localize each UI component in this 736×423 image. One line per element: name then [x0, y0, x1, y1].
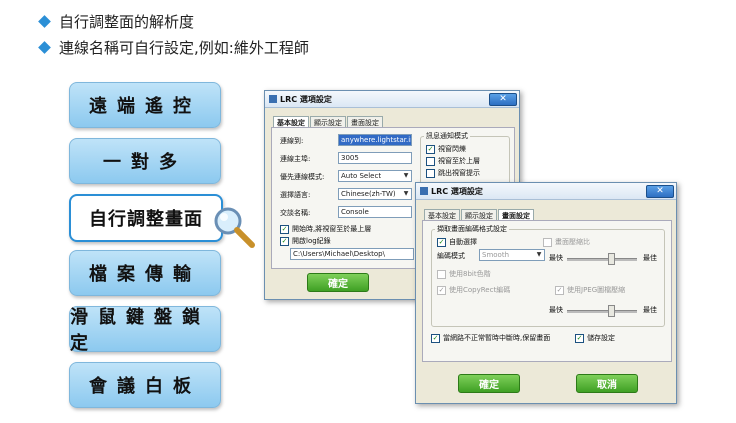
- language-label: 選擇語言:: [280, 191, 311, 199]
- bullet-text: 連線名稱可自行設定,例如:維外工程師: [59, 39, 309, 57]
- language-select[interactable]: Chinese(zh-TW) ▼: [338, 188, 412, 200]
- encode-mode-label: 編碼模式: [437, 252, 465, 260]
- checkbox-label: 自動選擇: [449, 238, 477, 246]
- compression-slider[interactable]: [567, 258, 637, 261]
- checkbox-label: 使用8bit色階: [449, 270, 491, 278]
- dialog-title: LRC 選項設定: [280, 94, 332, 104]
- checkbox-label: 視窗至於上層: [438, 157, 480, 165]
- bullet-2: 連線名稱可自行設定,例如:維外工程師: [38, 37, 309, 58]
- copyrect-checkbox[interactable]: ✓ 使用CopyRect編碼: [437, 285, 510, 295]
- nav-remote-control[interactable]: 遠端遙控: [69, 82, 221, 128]
- checkbox-label: 使用JPEG圖檔壓縮: [567, 286, 626, 294]
- nav-whiteboard[interactable]: 會議白板: [69, 362, 221, 408]
- fast-label: 最快: [549, 254, 563, 262]
- save-settings-checkbox[interactable]: ✓ 儲存設定: [575, 333, 615, 343]
- chat-name-label: 交談名稱:: [280, 209, 311, 217]
- options-dialog-screen: LRC 選項設定 ✕ 基本設定 顯示設定 畫面設定 擷取畫面編碼格式設定 ✓ 自動…: [415, 182, 677, 404]
- checkbox-checked-icon: ✓: [280, 224, 289, 234]
- bullet-text: 自行調整面的解析度: [59, 13, 195, 31]
- checkbox-label: 開啟log紀錄: [292, 237, 331, 245]
- dialog-titlebar: LRC 選項設定: [416, 183, 676, 200]
- log-path-input[interactable]: C:\Users\Michael\Desktop\: [290, 248, 414, 260]
- nav-one-to-many[interactable]: 一對多: [69, 138, 221, 184]
- checkbox-checked-icon: ✓: [431, 333, 440, 343]
- nav-label: 一對多: [103, 152, 187, 173]
- cancel-button[interactable]: 取消: [576, 374, 638, 393]
- chat-name-input[interactable]: Console: [338, 206, 412, 218]
- notify-popup-checkbox[interactable]: 跳出視窗提示: [426, 168, 480, 178]
- fast-label: 最快: [549, 306, 563, 314]
- checkbox-label: 畫面壓縮比: [555, 238, 590, 246]
- notify-top-checkbox[interactable]: 視窗至於上層: [426, 156, 480, 166]
- checkbox-label: 視窗閃爍: [438, 145, 466, 153]
- checkbox-unchecked-icon: [543, 237, 552, 247]
- best-label: 最佳: [643, 254, 657, 262]
- diamond-bullet-icon: [38, 15, 51, 28]
- encode-mode-select[interactable]: Smooth ▼: [479, 249, 545, 261]
- select-value: Chinese(zh-TW): [341, 190, 396, 198]
- checkbox-label: 跳出視窗提示: [438, 169, 480, 177]
- notify-flash-checkbox[interactable]: ✓ 視窗閃爍: [426, 144, 466, 154]
- checkbox-label: 使用CopyRect編碼: [449, 286, 511, 294]
- app-icon: [269, 95, 277, 103]
- connect-to-label: 連線到:: [280, 137, 304, 145]
- checkbox-checked-icon: ✓: [555, 285, 564, 295]
- checkbox-checked-icon: ✓: [280, 236, 289, 246]
- host-port-input[interactable]: 3005: [338, 152, 412, 164]
- log-checkbox[interactable]: ✓ 開啟log紀錄: [280, 236, 331, 246]
- connect-to-input[interactable]: anywhere.lightstar.info: [338, 134, 412, 146]
- checkbox-checked-icon: ✓: [426, 144, 435, 154]
- diamond-bullet-icon: [38, 41, 51, 54]
- close-button[interactable]: ✕: [646, 185, 674, 198]
- checkbox-unchecked-icon: [426, 168, 435, 178]
- chevron-down-icon: ▼: [536, 251, 542, 258]
- auto-select-checkbox[interactable]: ✓ 自動選擇: [437, 237, 477, 247]
- checkbox-unchecked-icon: [426, 156, 435, 166]
- host-port-label: 連線主埠:: [280, 155, 311, 163]
- compression-slider-thumb[interactable]: [608, 253, 615, 265]
- nav-label: 遠端遙控: [89, 96, 201, 117]
- select-value: Auto Select: [341, 172, 382, 180]
- nav-file-transfer[interactable]: 檔案傳輸: [69, 250, 221, 296]
- checkbox-checked-icon: ✓: [437, 285, 446, 295]
- dialog-titlebar: LRC 選項設定: [265, 91, 519, 108]
- 8bit-checkbox[interactable]: 使用8bit色階: [437, 269, 491, 279]
- nav-label: 會議白板: [89, 376, 201, 397]
- select-value: Smooth: [482, 251, 510, 259]
- ok-button[interactable]: 確定: [307, 273, 369, 292]
- connect-mode-select[interactable]: Auto Select ▼: [338, 170, 412, 182]
- chevron-down-icon: ▼: [403, 190, 409, 197]
- keep-screen-checkbox[interactable]: ✓ 當網路不正常暫時中斷時,保留畫面: [431, 333, 550, 343]
- checkbox-label: 儲存設定: [587, 334, 615, 342]
- checkbox-checked-icon: ✓: [575, 333, 584, 343]
- chevron-down-icon: ▼: [403, 172, 409, 179]
- nav-label: 檔案傳輸: [89, 264, 201, 285]
- nav-adjust-screen[interactable]: 自行調整畫面: [69, 194, 223, 242]
- dialog-title: LRC 選項設定: [431, 186, 483, 196]
- bullet-1: 自行調整面的解析度: [38, 11, 195, 32]
- encode-group-title: 擷取畫面編碼格式設定: [435, 224, 509, 234]
- checkbox-checked-icon: ✓: [437, 237, 446, 247]
- nav-mouse-keyboard-lock[interactable]: 滑鼠鍵盤鎖定: [69, 306, 221, 354]
- best-label: 最佳: [643, 306, 657, 314]
- quality-slider-thumb[interactable]: [608, 305, 615, 317]
- connect-mode-label: 優先連線模式:: [280, 173, 325, 181]
- checkbox-label: 開始時,將視窗至於最上層: [292, 225, 372, 233]
- start-top-checkbox[interactable]: ✓ 開始時,將視窗至於最上層: [280, 224, 371, 234]
- scale-checkbox[interactable]: 畫面壓縮比: [543, 237, 590, 247]
- nav-label: 自行調整畫面: [89, 209, 203, 230]
- notify-group-title: 訊息通知模式: [424, 131, 470, 141]
- checkbox-unchecked-icon: [437, 269, 446, 279]
- checkbox-label: 當網路不正常暫時中斷時,保留畫面: [443, 334, 551, 342]
- jpeg-checkbox[interactable]: ✓ 使用JPEG圖檔壓縮: [555, 285, 625, 295]
- app-icon: [420, 187, 428, 195]
- quality-slider[interactable]: [567, 310, 637, 313]
- nav-label: 滑鼠鍵盤鎖定: [70, 307, 210, 354]
- close-button[interactable]: ✕: [489, 93, 517, 106]
- screen-panel: 擷取畫面編碼格式設定 ✓ 自動選擇 畫面壓縮比 編碼模式 Smooth ▼ 最快 最…: [422, 220, 672, 362]
- magnifier-icon: [214, 207, 255, 248]
- ok-button[interactable]: 確定: [458, 374, 520, 393]
